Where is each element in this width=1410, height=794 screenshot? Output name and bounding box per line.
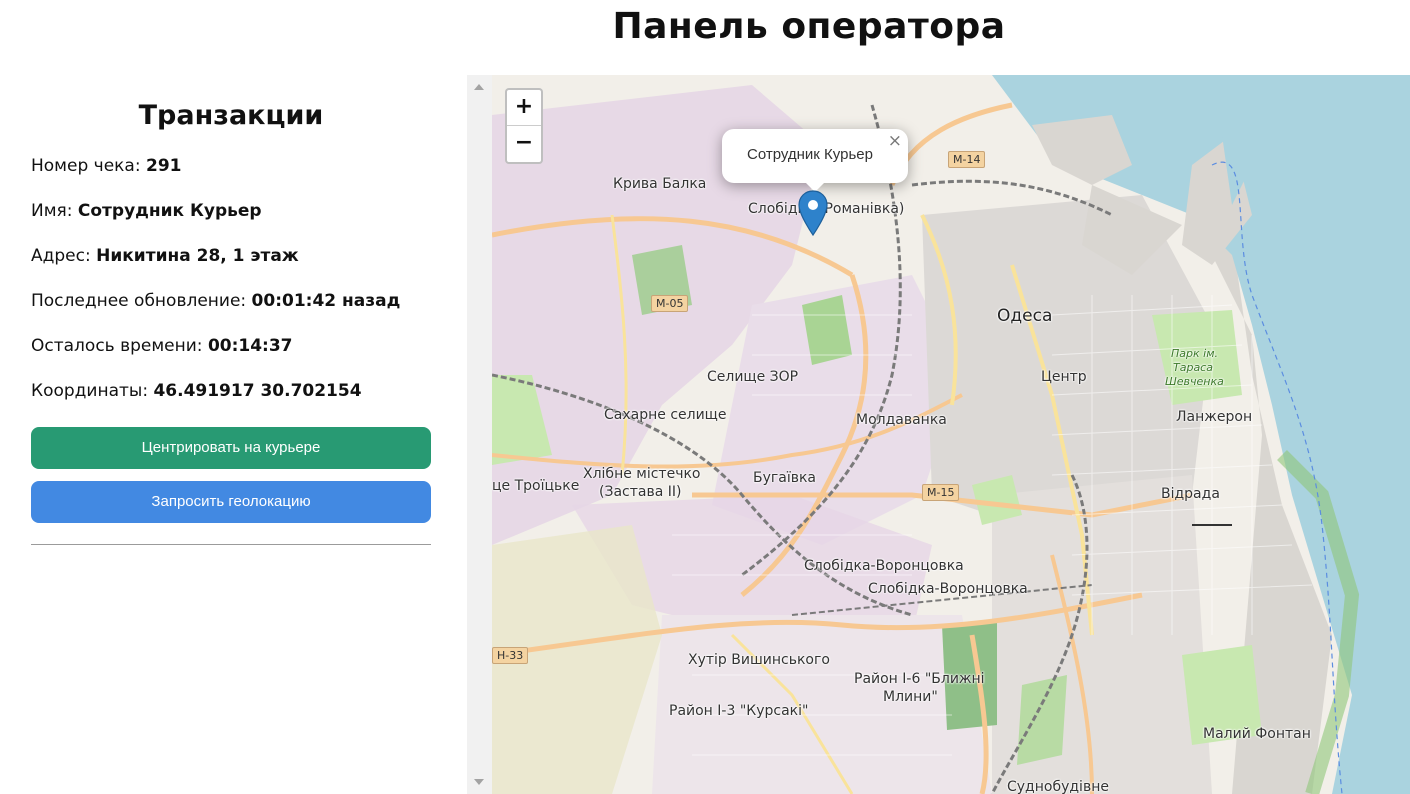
panel-divider xyxy=(31,544,431,545)
coordinates-value: 46.491917 30.702154 xyxy=(153,381,362,401)
map-scrollbar[interactable] xyxy=(467,75,492,794)
road-shield-h33: Н-33 xyxy=(492,647,529,664)
map-label-park-line1: Парк ім. xyxy=(1171,347,1218,360)
last-update-row: Последнее обновление: 00:01:42 назад xyxy=(31,290,431,335)
request-geolocation-button[interactable]: Запросить геолокацию xyxy=(31,481,431,523)
map-label-raion-i6-line1: Район І-6 "Ближні xyxy=(854,671,985,687)
map-label-zastava: (Застава II) xyxy=(599,484,682,500)
courier-popup: Сотрудник Курьер × xyxy=(722,129,908,192)
time-left-value: 00:14:37 xyxy=(207,336,293,356)
map-label-khlibne: Хлібне містечко xyxy=(583,466,701,482)
map-label-raion-i3: Район І-3 "Курсакі" xyxy=(669,703,809,719)
zoom-in-button[interactable]: + xyxy=(507,90,541,126)
map-view[interactable]: Крива Балка Слобідка (Романівка) Одеса Ц… xyxy=(492,75,1410,794)
map-label-moldavanka: Молдаванка xyxy=(856,412,947,428)
receipt-number-value: 291 xyxy=(145,156,182,176)
popup-close-icon[interactable]: × xyxy=(888,131,902,151)
transactions-panel: Транзакции Номер чека: 291 Имя: Сотрудни… xyxy=(31,100,431,545)
last-update-label: Последнее обновление: xyxy=(31,291,252,311)
time-left-label: Осталось времени: xyxy=(31,336,208,356)
name-row: Имя: Сотрудник Курьер xyxy=(31,200,431,245)
address-value: Никитина 28, 1 этаж xyxy=(96,246,299,266)
coordinates-label: Координаты: xyxy=(31,381,154,401)
map-label-slobidka-vorontsovka-1: Слобідка-Воронцовка xyxy=(804,558,964,574)
map-label-kryva-balka: Крива Балка xyxy=(613,176,707,192)
receipt-number-label: Номер чека: xyxy=(31,156,146,176)
time-left-row: Осталось времени: 00:14:37 xyxy=(31,335,431,380)
map-label-troitske: це Троїцьке xyxy=(492,478,580,494)
road-shield-m14: М-14 xyxy=(948,151,986,168)
map-label-malyi-fontan: Малий Фонтан xyxy=(1203,726,1311,742)
road-shield-m15: М-15 xyxy=(922,484,960,501)
map-label-sakharne: Сахарне селище xyxy=(604,407,727,423)
address-label: Адрес: xyxy=(31,246,97,266)
receipt-number-row: Номер чека: 291 xyxy=(31,155,431,200)
address-row: Адрес: Никитина 28, 1 этаж xyxy=(31,245,431,290)
map-label-sudnobudivne: Суднобудівне xyxy=(1007,779,1109,794)
map-label-raion-i6-line2: Млини" xyxy=(883,689,938,705)
zoom-out-button[interactable]: − xyxy=(507,126,541,162)
map-label-odesa: Одеса xyxy=(997,306,1053,326)
map-label-buhaivka: Бугаївка xyxy=(753,470,816,486)
popup-courier-name: Сотрудник Курьер xyxy=(747,146,873,163)
road-shield-m05: М-05 xyxy=(651,295,689,312)
panel-title: Транзакции xyxy=(138,100,324,131)
zoom-control: + − xyxy=(505,88,543,164)
map-label-tsentr: Центр xyxy=(1041,369,1087,385)
coordinates-row: Координаты: 46.491917 30.702154 xyxy=(31,380,431,425)
scroll-up-arrow-icon[interactable] xyxy=(474,84,484,90)
page-title: Панель оператора xyxy=(612,6,1006,47)
map-label-park-line2: Тараса xyxy=(1173,361,1213,374)
name-value: Сотрудник Курьер xyxy=(77,201,262,221)
scroll-down-arrow-icon[interactable] xyxy=(474,779,484,785)
map-label-park-line3: Шевченка xyxy=(1165,375,1224,388)
last-update-value: 00:01:42 назад xyxy=(251,291,401,311)
map-label-khutir: Хутір Вишинського xyxy=(688,652,830,668)
map-label-slobidka-vorontsovka-2: Слобідка-Воронцовка xyxy=(868,581,1028,597)
map-label-langeron: Ланжерон xyxy=(1176,409,1253,425)
map-label-selyshche-zor: Селище ЗОР xyxy=(707,369,799,385)
map-label-vidrada: Відрада xyxy=(1161,486,1220,502)
center-on-courier-button[interactable]: Центрировать на курьере xyxy=(31,427,431,469)
name-label: Имя: xyxy=(31,201,78,221)
